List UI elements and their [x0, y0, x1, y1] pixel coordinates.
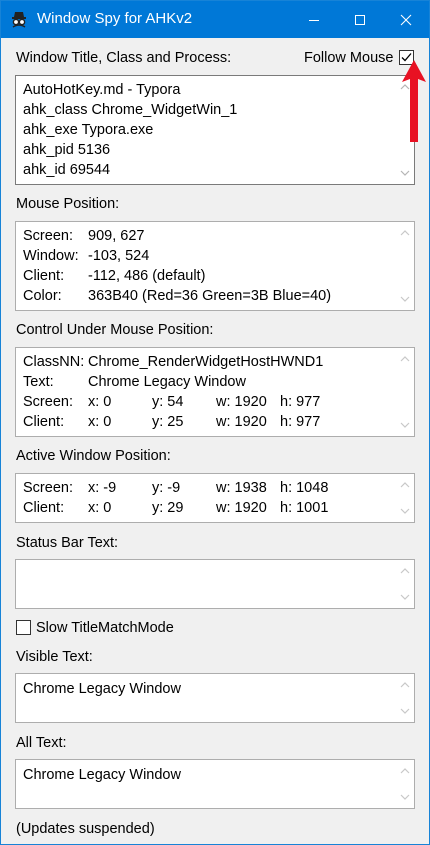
scroll-up-icon[interactable]: [399, 227, 411, 239]
window-info-line: ahk_pid 5136: [23, 142, 111, 158]
field-label: Color:: [23, 288, 62, 304]
close-button[interactable]: [383, 1, 429, 38]
title-bar[interactable]: Window Spy for AHKv2: [1, 1, 429, 38]
all-text-label: All Text:: [16, 735, 67, 751]
field-value: x: 0: [88, 394, 112, 410]
control-label: Control Under Mouse Position:: [16, 322, 214, 338]
window-info-line: ahk_id 69544: [23, 162, 111, 178]
field-value: -112, 486 (default): [88, 268, 206, 284]
field-label: Screen:: [23, 480, 73, 496]
visible-text-value: Chrome Legacy Window: [23, 681, 181, 697]
scroll-up-icon[interactable]: [399, 565, 411, 577]
close-icon: [400, 14, 412, 25]
all-text-box[interactable]: Chrome Legacy Window: [15, 759, 415, 809]
field-value: h: 977: [280, 394, 321, 410]
field-label: Screen:: [23, 228, 73, 244]
spy-icon: [10, 10, 28, 28]
field-label: Text:: [23, 374, 54, 390]
field-value: w: 1920: [216, 394, 267, 410]
control-box[interactable]: ClassNN: Chrome_RenderWidgetHostHWND1 Tex…: [15, 347, 415, 437]
field-value: Chrome Legacy Window: [88, 374, 246, 390]
field-value: Chrome_RenderWidgetHostHWND1: [88, 354, 324, 370]
minimize-button[interactable]: [291, 1, 337, 38]
slow-title-checkbox[interactable]: [16, 620, 31, 635]
field-value: x: 0: [88, 414, 112, 430]
scrollbar[interactable]: [396, 348, 414, 436]
maximize-button[interactable]: [337, 1, 383, 38]
scroll-down-icon[interactable]: [399, 505, 411, 517]
window-info-line: ahk_class Chrome_WidgetWin_1: [23, 102, 238, 118]
field-value: h: 1048: [280, 480, 329, 496]
field-value: w: 1920: [216, 414, 267, 430]
mouse-position-box[interactable]: Screen: 909, 627 Window: -103, 524 Client:…: [15, 221, 415, 311]
field-label: Client:: [23, 500, 65, 516]
field-value: 363B40 (Red=36 Green=3B Blue=40): [88, 288, 332, 304]
window-info-text: AutoHotKey.md - Typora ahk_class Chrome_…: [23, 80, 237, 180]
field-label: Client:: [23, 414, 65, 430]
field-value: y: 29: [152, 500, 184, 516]
scroll-down-icon[interactable]: [399, 167, 411, 179]
control-text: ClassNN: Chrome_RenderWidgetHostHWND1 Tex…: [23, 352, 403, 432]
active-window-label: Active Window Position:: [16, 448, 171, 464]
scroll-down-icon[interactable]: [399, 591, 411, 603]
visible-text-box[interactable]: Chrome Legacy Window: [15, 673, 415, 723]
maximize-icon: [355, 14, 365, 25]
slow-title-label[interactable]: Slow TitleMatchMode: [36, 619, 174, 637]
field-value: y: 25: [152, 414, 184, 430]
window-title: Window Spy for AHKv2: [37, 10, 193, 27]
field-label: Screen:: [23, 394, 73, 410]
window-info-line: ahk_exe Typora.exe: [23, 122, 154, 138]
field-value: y: 54: [152, 394, 184, 410]
status-bar-box[interactable]: [15, 559, 415, 609]
field-label: Client:: [23, 268, 65, 284]
scrollbar[interactable]: [396, 674, 414, 722]
field-value: h: 977: [280, 414, 321, 430]
field-value: x: 0: [88, 500, 112, 516]
status-bar-label: Status Bar Text:: [16, 535, 119, 551]
client-area: Window Title, Class and Process: Follow …: [1, 38, 429, 844]
window-info-line: AutoHotKey.md - Typora: [23, 82, 181, 98]
scroll-up-icon[interactable]: [399, 353, 411, 365]
mouse-position-label: Mouse Position:: [16, 196, 120, 212]
window-info-box[interactable]: AutoHotKey.md - Typora ahk_class Chrome_…: [15, 75, 415, 185]
scrollbar[interactable]: [396, 474, 414, 522]
all-text-value: Chrome Legacy Window: [23, 767, 181, 783]
minimize-icon: [309, 19, 319, 21]
window-spy-window: Window Spy for AHKv2 Window Title, Class…: [0, 0, 430, 845]
scroll-down-icon[interactable]: [399, 419, 411, 431]
scrollbar[interactable]: [396, 560, 414, 608]
field-value: w: 1938: [216, 480, 267, 496]
active-window-text: Screen: x: -9 y: -9 w: 1938 h: 1048 Client: x…: [23, 478, 403, 518]
scroll-up-icon[interactable]: [399, 765, 411, 777]
field-value: 909, 627: [88, 228, 145, 244]
annotation-arrow-icon: [402, 60, 426, 142]
field-value: y: -9: [152, 480, 181, 496]
scroll-up-icon[interactable]: [399, 679, 411, 691]
scroll-up-icon[interactable]: [399, 479, 411, 491]
field-label: ClassNN:: [23, 354, 85, 370]
scroll-down-icon[interactable]: [399, 293, 411, 305]
scroll-down-icon[interactable]: [399, 705, 411, 717]
field-value: -103, 524: [88, 248, 150, 264]
field-value: x: -9: [88, 480, 117, 496]
field-value: h: 1001: [280, 500, 329, 516]
visible-text-label: Visible Text:: [16, 649, 93, 665]
field-label: Window:: [23, 248, 79, 264]
field-value: w: 1920: [216, 500, 267, 516]
mouse-position-text: Screen: 909, 627 Window: -103, 524 Client:…: [23, 226, 403, 306]
active-window-box[interactable]: Screen: x: -9 y: -9 w: 1938 h: 1048 Client: x…: [15, 473, 415, 523]
window-title-label: Window Title, Class and Process:: [16, 50, 232, 66]
follow-mouse-label[interactable]: Follow Mouse: [304, 49, 393, 67]
scroll-down-icon[interactable]: [399, 791, 411, 803]
footer-status: (Updates suspended): [16, 821, 155, 837]
scrollbar[interactable]: [396, 760, 414, 808]
scrollbar[interactable]: [396, 222, 414, 310]
